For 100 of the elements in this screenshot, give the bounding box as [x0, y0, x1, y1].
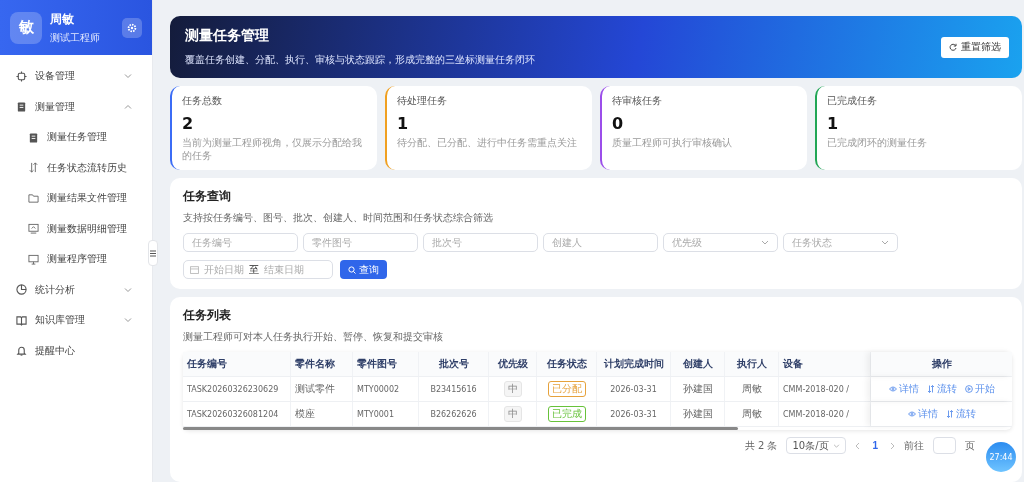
stat-note: 质量工程师可执行审核确认	[612, 137, 733, 150]
settings-button[interactable]	[122, 17, 142, 38]
page-size-select[interactable]: 10条/页	[786, 437, 847, 454]
submenu-item[interactable]: 测量结果文件管理	[0, 183, 152, 214]
table-cell: 孙建国	[682, 407, 713, 421]
section-description: 测量工程师可对本人任务执行开始、暂停、恢复和提交审核	[183, 330, 444, 344]
submenu-item[interactable]: 测量任务管理	[0, 122, 152, 153]
calendar-icon	[190, 265, 199, 274]
chevron-down-icon	[761, 240, 769, 245]
status-tag: 已分配	[547, 381, 586, 397]
column-header: 零件图号	[353, 352, 419, 376]
sidebar-collapse-button[interactable]	[148, 240, 158, 266]
user-name: 周敏	[50, 10, 75, 28]
menu-item[interactable]: 提醒中心	[0, 335, 152, 366]
previous-page-icon[interactable]	[855, 441, 861, 450]
monitor-icon	[28, 253, 39, 265]
search-button[interactable]: 查询	[340, 260, 387, 279]
stat-label: 待处理任务	[397, 94, 448, 108]
section-description: 支持按任务编号、图号、批次、创建人、时间范围和任务状态综合筛选	[183, 211, 494, 225]
status-tag: 已完成	[547, 406, 586, 422]
table-cell: B26262626	[430, 409, 477, 419]
menu-item[interactable]: 统计分析	[0, 274, 152, 305]
table-cell: 2026-03-31	[610, 409, 657, 419]
swap-icon	[28, 162, 39, 174]
table-cell: MTY0001	[357, 409, 395, 419]
page-title: 测量任务管理	[185, 27, 270, 45]
menu-item[interactable]: 知识库管理	[0, 305, 152, 336]
column-header: 优先级	[489, 352, 537, 376]
page-subtitle: 覆盖任务创建、分配、执行、审核与状态跟踪，形成完整的三坐标测量任务闭环	[185, 53, 535, 67]
play-icon	[964, 385, 973, 393]
column-header: 操作	[871, 352, 1012, 376]
swap-icon	[926, 385, 935, 393]
priority-tag: 中	[503, 381, 522, 397]
column-header: 创建人	[671, 352, 725, 376]
submenu-item[interactable]: 测量程序管理	[0, 244, 152, 275]
stat-value: 0	[612, 114, 625, 133]
table-cell: 周敏	[741, 407, 762, 421]
stat-label: 任务总数	[182, 94, 223, 108]
stat-label: 待审核任务	[612, 94, 663, 108]
chip-icon	[16, 70, 27, 82]
table-cell: B23415616	[430, 384, 477, 394]
table-cell: 2026-03-31	[610, 384, 657, 394]
section-title: 任务查询	[183, 188, 232, 205]
stat-value: 2	[182, 114, 195, 133]
menu-item[interactable]: 设备管理	[0, 61, 152, 92]
stat-value: 1	[827, 114, 840, 133]
column-header: 计划完成时间	[597, 352, 671, 376]
page-unit-label: 页	[965, 438, 975, 453]
folder-icon	[28, 192, 39, 204]
goto-label: 前往	[904, 438, 924, 453]
clip-icon	[16, 101, 27, 113]
table-cell: 测试零件	[295, 382, 335, 396]
chevron-down-icon	[881, 240, 889, 245]
submenu-item[interactable]: 测量数据明细管理	[0, 213, 152, 244]
search-icon	[348, 265, 356, 274]
table-cell: CMM-2018-020 /	[783, 384, 850, 394]
table-cell: TASK20260326081204	[187, 409, 279, 419]
stat-note: 当前为测量工程师视角，仅展示分配给我的任务	[182, 137, 363, 162]
column-header: 执行人	[725, 352, 779, 376]
column-header: 批次号	[419, 352, 489, 376]
column-header: 任务编号	[183, 352, 291, 376]
pie-icon	[16, 284, 27, 296]
chevron-down-icon	[833, 443, 841, 448]
priority-tag: 中	[503, 406, 522, 422]
submenu-item[interactable]: 任务状态流转历史	[0, 152, 152, 183]
table-cell: TASK20260326230629	[187, 384, 279, 394]
date-range-field[interactable]: 开始日期 至 结束日期	[183, 260, 333, 279]
reset-filter-button[interactable]: 重置筛选	[941, 36, 1009, 58]
eye-icon	[888, 385, 897, 393]
swap-icon	[945, 410, 954, 418]
stat-value: 1	[397, 114, 410, 133]
settings-icon	[127, 22, 137, 33]
table-cell: 周敏	[741, 382, 762, 396]
input-field[interactable]: 批次号	[423, 233, 538, 252]
book-icon	[16, 314, 27, 326]
bell-icon	[16, 345, 27, 357]
input-field[interactable]: 零件图号	[303, 233, 418, 252]
menu-item[interactable]: 测量管理	[0, 91, 152, 122]
next-page-icon[interactable]	[890, 441, 895, 450]
stat-note: 已完成闭环的测量任务	[827, 137, 928, 150]
column-header: 零件名称	[291, 352, 353, 376]
clip-icon	[28, 131, 39, 143]
table-cell: 孙建国	[682, 382, 713, 396]
stat-note: 待分配、已分配、进行中任务需重点关注	[397, 137, 578, 150]
user-role: 测试工程师	[50, 30, 101, 45]
table-cell: CMM-2018-020 /	[783, 409, 850, 419]
section-title: 任务列表	[183, 307, 232, 324]
input-field[interactable]: 创建人	[543, 233, 658, 252]
page-button[interactable]: 1	[869, 440, 881, 451]
column-header: 任务状态	[537, 352, 597, 376]
horizontal-scrollbar[interactable]	[183, 427, 738, 430]
input-field[interactable]: 任务编号	[183, 233, 298, 252]
total-count: 共 2 条	[744, 438, 778, 453]
table-cell: 模座	[295, 407, 315, 421]
menu-icon	[150, 249, 156, 257]
refresh-icon	[949, 43, 957, 51]
page-input[interactable]	[933, 437, 956, 454]
stat-label: 已完成任务	[827, 94, 878, 108]
column-header: 设备	[779, 352, 871, 376]
table-cell: MTY00002	[357, 384, 400, 394]
